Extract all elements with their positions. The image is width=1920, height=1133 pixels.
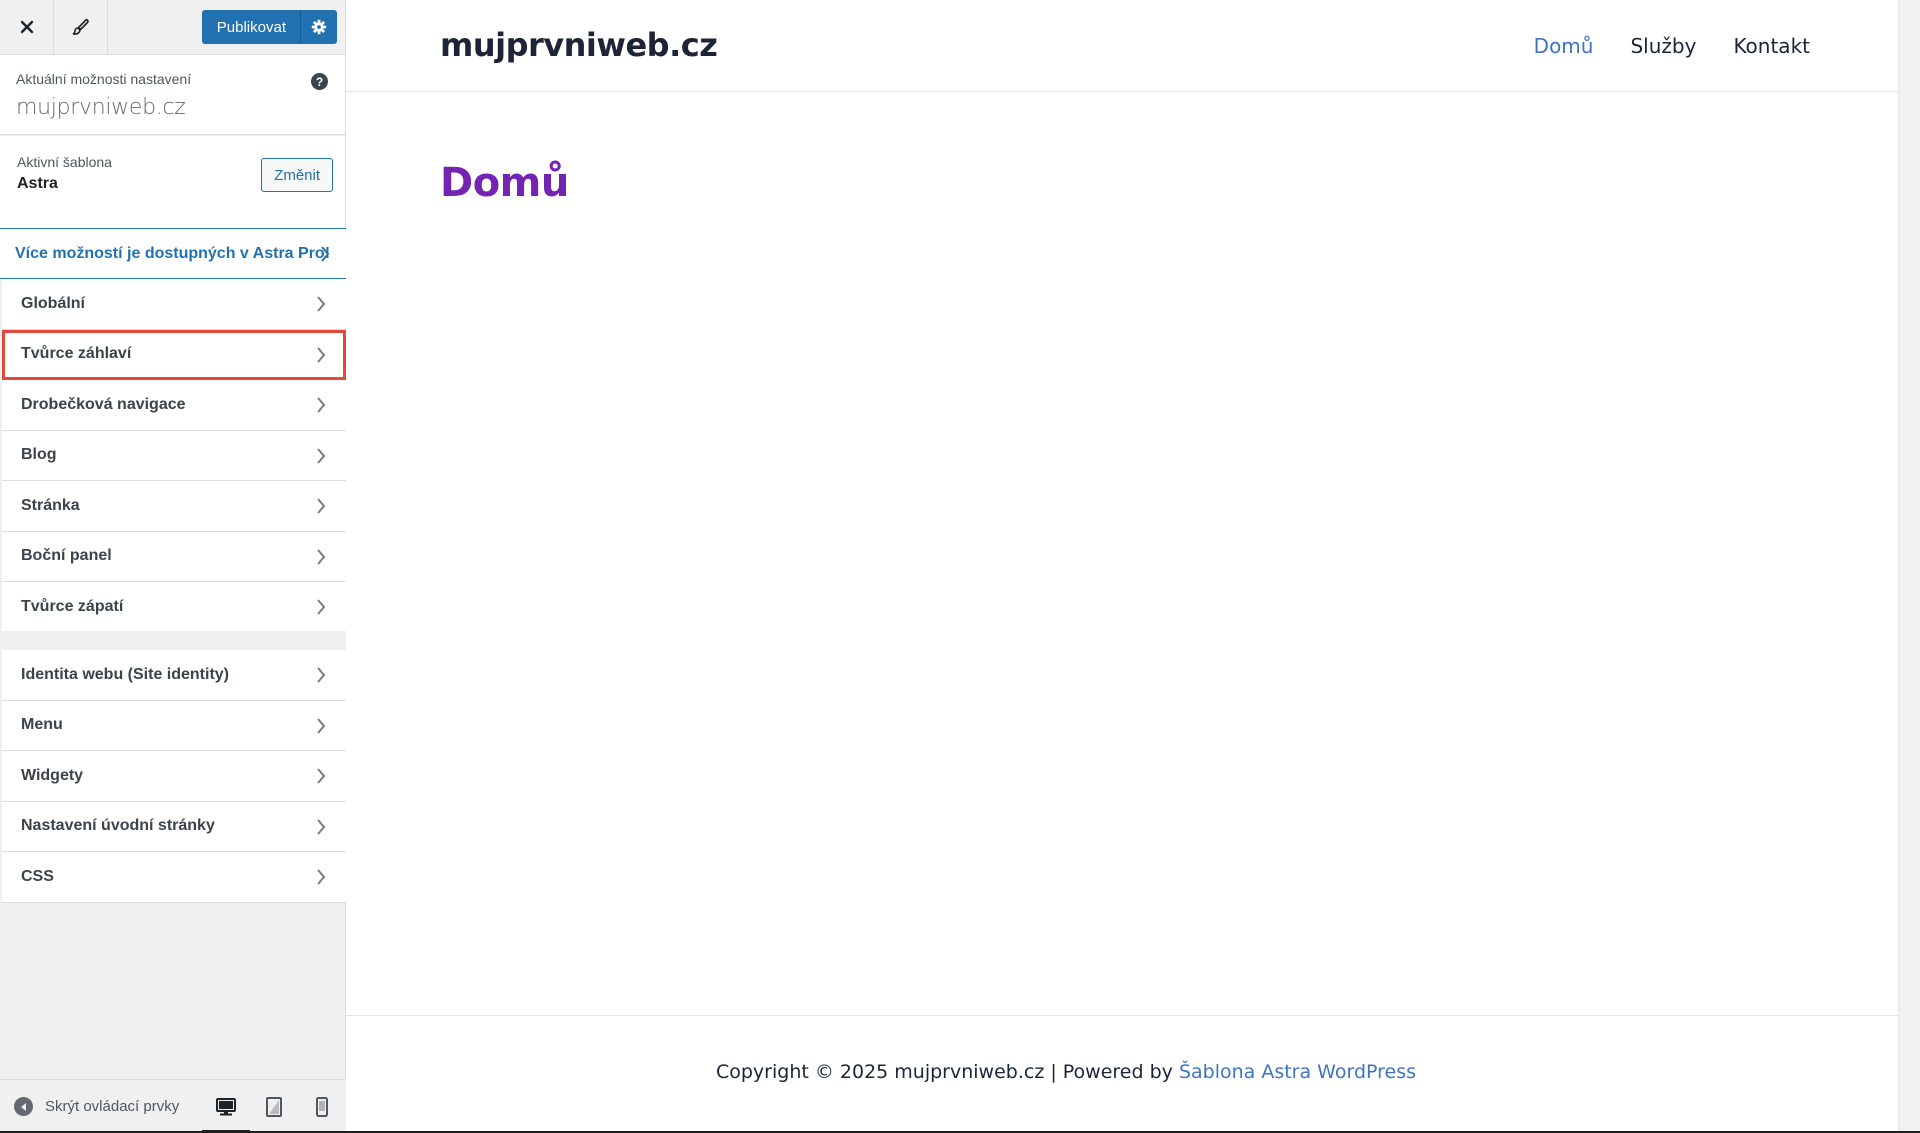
collapse-sidebar-button[interactable]: Skrýt ovládací prvky (0, 1097, 179, 1116)
customizer-info: Aktuální možnosti nastavení mujprvniweb.… (0, 55, 345, 135)
preview-desktop-button[interactable] (202, 1080, 250, 1133)
close-icon (20, 20, 33, 34)
customizer-topbar: Publikovat (0, 0, 345, 55)
site-title[interactable]: mujprvniweb.cz (440, 26, 718, 64)
section-label: Globální (21, 294, 85, 312)
astra-pro-link[interactable]: Více možností je dostupných v Astra Pro! (0, 228, 346, 279)
chevron-right-icon (321, 246, 330, 262)
arrow-left-icon (14, 1097, 33, 1116)
chevron-right-icon (317, 717, 326, 734)
site-header: mujprvniweb.cz Domů Služby Kontakt (346, 0, 1920, 92)
section-label: Blog (21, 446, 57, 464)
chevron-right-icon (317, 869, 326, 885)
chevron-right-icon (317, 599, 326, 615)
nav-item-home[interactable]: Domů (1534, 34, 1594, 58)
section-item-widgets[interactable]: Widgety (2, 751, 346, 802)
preview-tablet-button[interactable] (250, 1080, 298, 1133)
gear-icon (311, 19, 327, 35)
collapse-label: Skrýt ovládací prvky (45, 1098, 180, 1115)
change-theme-button[interactable]: Změnit (261, 158, 333, 192)
chevron-right-icon (317, 768, 326, 784)
section-item-page[interactable]: Stránka (2, 481, 346, 532)
section-item-header-builder[interactable]: Tvůrce záhlaví (2, 329, 346, 380)
section-label: Menu (21, 716, 63, 734)
footer-copyright: Copyright © 2025 mujprvniweb.cz | Powere… (346, 1061, 1786, 1083)
section-label: Tvůrce záhlaví (21, 345, 132, 363)
info-caption: Aktuální možnosti nastavení (16, 71, 192, 87)
section-label: Boční panel (21, 547, 112, 565)
primary-nav: Domů Služby Kontakt (1534, 34, 1810, 58)
customizer-footer: Skrýt ovládací prvky (0, 1079, 346, 1133)
footer-text: Copyright © 2025 mujprvniweb.cz | Powere… (715, 1061, 1179, 1083)
publish-group: Publikovat (201, 0, 345, 54)
section-item-globalni[interactable]: Globální (2, 279, 346, 330)
section-item-css[interactable]: CSS (2, 852, 346, 903)
footer-theme-link[interactable]: Šablona Astra WordPress (1179, 1061, 1416, 1083)
section-item-breadcrumbs[interactable]: Drobečková navigace (2, 380, 346, 431)
desktop-icon (216, 1098, 236, 1116)
section-label: Identita webu (Site identity) (21, 665, 230, 683)
chevron-right-icon (317, 667, 326, 683)
section-label: Tvůrce zápatí (21, 597, 124, 615)
section-label: CSS (21, 867, 54, 885)
section-list-secondary: Identita webu (Site identity) Menu Widge… (2, 650, 346, 903)
publish-button[interactable]: Publikovat (201, 10, 301, 44)
site-preview: mujprvniweb.cz Domů Služby Kontakt Domů … (346, 0, 1920, 1133)
brush-icon (72, 18, 89, 35)
section-label: Drobečková navigace (21, 395, 186, 413)
info-site-name: mujprvniweb.cz (16, 95, 186, 120)
section-label: Widgety (21, 766, 84, 784)
preview-scrollbar[interactable] (1898, 0, 1920, 1133)
customizer-sidebar: Publikovat Aktuální možnosti nastavení m… (0, 0, 346, 1133)
page-title: Domů (440, 160, 569, 206)
preview-mobile-button[interactable] (298, 1080, 346, 1133)
chevron-right-icon (317, 296, 326, 312)
section-item-homepage-settings[interactable]: Nastavení úvodní stránky (2, 801, 346, 852)
close-customizer-button[interactable] (0, 0, 54, 54)
section-list-primary: Globální Tvůrce záhlaví Drobečková navig… (2, 279, 346, 633)
chevron-right-icon (317, 447, 326, 464)
nav-item-services[interactable]: Služby (1630, 34, 1696, 58)
customize-styles-button[interactable] (54, 0, 108, 54)
section-item-site-identity[interactable]: Identita webu (Site identity) (2, 650, 346, 701)
device-preview-switcher (202, 1080, 346, 1133)
section-label: Stránka (21, 496, 80, 514)
section-item-footer-builder[interactable]: Tvůrce zápatí (2, 582, 346, 633)
tablet-icon (266, 1097, 282, 1117)
section-item-blog[interactable]: Blog (2, 430, 346, 481)
astra-pro-link-label: Více možností je dostupných v Astra Pro! (15, 244, 331, 262)
help-icon[interactable]: ? (311, 73, 328, 90)
chevron-right-icon (317, 397, 326, 413)
section-item-menu[interactable]: Menu (2, 700, 346, 751)
active-theme-panel: Aktivní šablona Astra Změnit (0, 136, 345, 229)
chevron-right-icon (317, 818, 326, 835)
chevron-right-icon (317, 346, 326, 363)
nav-item-contact[interactable]: Kontakt (1733, 34, 1810, 58)
chevron-right-icon (317, 548, 326, 565)
section-divider (0, 631, 346, 650)
site-footer: Copyright © 2025 mujprvniweb.cz | Powere… (346, 1015, 1920, 1133)
mobile-icon (316, 1097, 328, 1117)
publish-settings-button[interactable] (301, 10, 337, 44)
chevron-right-icon (317, 498, 326, 514)
section-label: Nastavení úvodní stránky (21, 817, 215, 835)
section-item-sidebar[interactable]: Boční panel (2, 531, 346, 582)
